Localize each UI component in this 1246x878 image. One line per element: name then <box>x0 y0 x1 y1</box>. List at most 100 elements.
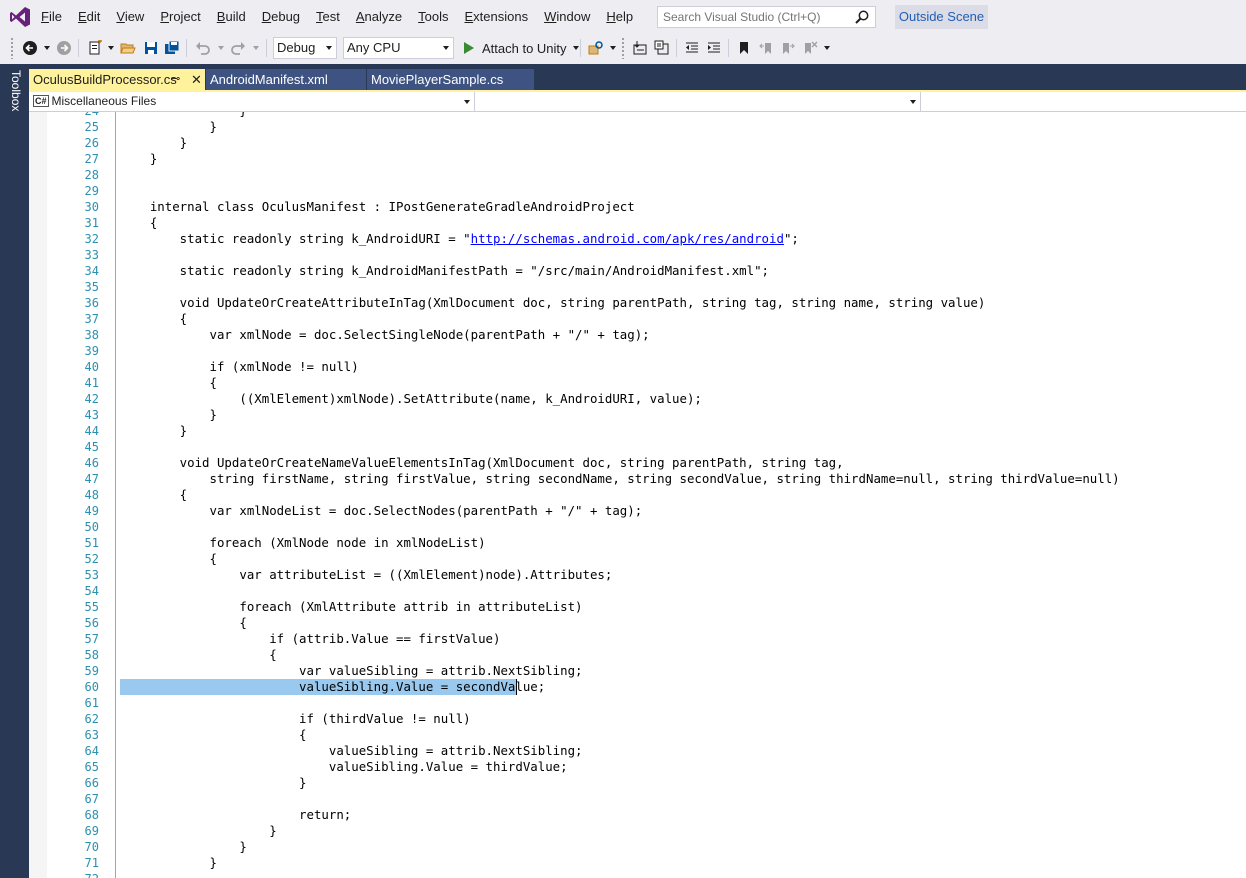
code-line[interactable]: ((XmlElement)xmlNode).SetAttribute(name,… <box>120 391 702 407</box>
increase-indent-button[interactable] <box>704 37 724 59</box>
code-line[interactable]: var xmlNodeList = doc.SelectNodes(parent… <box>120 503 643 519</box>
code-line[interactable]: { <box>120 375 217 391</box>
code-line[interactable]: return; <box>120 807 351 823</box>
find-dropdown-arrow-icon[interactable] <box>610 46 616 50</box>
line-number: 41 <box>84 376 99 390</box>
code-line[interactable]: static readonly string k_AndroidURI = "h… <box>120 231 799 247</box>
toolbar-grip[interactable] <box>10 37 14 59</box>
code-text-area[interactable]: } } } } internal class OculusManifest : … <box>120 112 1246 878</box>
undo-button[interactable] <box>193 37 213 59</box>
code-line[interactable]: { <box>120 727 306 743</box>
code-line[interactable]: string firstName, string firstValue, str… <box>120 471 1120 487</box>
menu-item-help[interactable]: Help <box>598 9 641 25</box>
code-line[interactable]: var attributeList = ((XmlElement)node).A… <box>120 567 612 583</box>
chevron-down-icon[interactable] <box>572 46 579 50</box>
undo-dropdown-arrow-icon[interactable] <box>218 46 224 50</box>
search-icon[interactable] <box>854 9 870 25</box>
search-box[interactable] <box>657 6 876 28</box>
code-line[interactable]: internal class OculusManifest : IPostGen… <box>120 199 635 215</box>
pin-icon[interactable]: ⊸ <box>171 69 180 90</box>
decrease-indent-button[interactable] <box>682 37 702 59</box>
menu-item-build[interactable]: Build <box>209 9 254 25</box>
code-line[interactable]: var xmlNode = doc.SelectSingleNode(paren… <box>120 327 650 343</box>
code-url-link[interactable]: http://schemas.android.com/apk/res/andro… <box>471 231 784 246</box>
code-line[interactable]: if (attrib.Value == firstValue) <box>120 631 500 647</box>
code-line[interactable]: { <box>120 615 246 631</box>
toggle-bookmark-button[interactable] <box>734 37 754 59</box>
search-input[interactable] <box>658 7 848 27</box>
code-line[interactable]: } <box>120 119 217 135</box>
new-dropdown-arrow-icon[interactable] <box>108 46 114 50</box>
code-line[interactable]: } <box>120 423 187 439</box>
step-into-button[interactable] <box>630 37 650 59</box>
code-line[interactable]: valueSibling = attrib.NextSibling; <box>120 743 583 759</box>
project-dropdown[interactable]: C# Miscellaneous Files <box>29 92 475 111</box>
menu-item-window[interactable]: Window <box>536 9 598 25</box>
menu-item-project[interactable]: Project <box>152 9 208 25</box>
code-line[interactable]: { <box>120 647 276 663</box>
menu-item-analyze[interactable]: Analyze <box>348 9 410 25</box>
code-line[interactable]: } <box>120 855 217 871</box>
navigate-back-button[interactable] <box>20 37 40 59</box>
quick-find-button[interactable] <box>586 37 606 59</box>
attach-to-unity-button[interactable]: Attach to Unity <box>460 37 579 59</box>
menu-item-file[interactable]: File <box>33 9 70 25</box>
code-line[interactable]: valueSibling.Value = thirdValue; <box>120 759 568 775</box>
save-all-button[interactable] <box>162 37 182 59</box>
menu-item-tools[interactable]: Tools <box>410 9 456 25</box>
tab-movieplayersample[interactable]: MoviePlayerSample.cs <box>367 69 534 90</box>
menu-item-extensions[interactable]: Extensions <box>456 9 536 25</box>
previous-bookmark-button[interactable] <box>756 37 776 59</box>
step-over-button[interactable] <box>652 37 672 59</box>
line-number: 37 <box>84 312 99 326</box>
code-line[interactable]: { <box>120 487 187 503</box>
solution-name-badge[interactable]: Outside Scene <box>895 5 988 29</box>
save-button[interactable] <box>141 37 161 59</box>
code-line[interactable]: var valueSibling = attrib.NextSibling; <box>120 663 582 679</box>
code-line[interactable]: void UpdateOrCreateNameValueElementsInTa… <box>120 455 844 471</box>
code-line[interactable]: valueSibling.Value = secondValue; <box>120 679 545 695</box>
code-line[interactable]: static readonly string k_AndroidManifest… <box>120 263 769 279</box>
redo-dropdown-arrow-icon[interactable] <box>253 46 259 50</box>
toolbar-overflow-icon[interactable] <box>824 46 830 50</box>
code-line[interactable]: } <box>120 151 157 167</box>
menu-item-edit[interactable]: Edit <box>70 9 108 25</box>
tab-androidmanifest[interactable]: AndroidManifest.xml <box>206 69 366 90</box>
type-dropdown[interactable] <box>475 92 921 111</box>
code-line[interactable]: } <box>120 823 276 839</box>
redo-button[interactable] <box>228 37 248 59</box>
code-line[interactable]: } <box>120 112 246 119</box>
code-line[interactable]: } <box>120 407 217 423</box>
back-dropdown-arrow-icon[interactable] <box>44 46 50 50</box>
toolbox-tab[interactable]: Toolbox <box>7 70 23 120</box>
outlining-margin[interactable] <box>115 112 116 878</box>
new-project-button[interactable] <box>85 37 105 59</box>
solution-platform-select[interactable]: Any CPU <box>343 37 454 59</box>
code-line[interactable]: { <box>120 215 157 231</box>
code-line[interactable]: foreach (XmlNode node in xmlNodeList) <box>120 535 486 551</box>
code-line[interactable]: } <box>120 775 306 791</box>
code-editor[interactable]: 2425 26 27 28 29 30 31 32 33 34 35 36 37 38 39 40 41 42 43… <box>29 112 1246 878</box>
close-icon[interactable]: ✕ <box>191 69 202 90</box>
member-dropdown[interactable] <box>921 92 1246 111</box>
solution-configuration-select[interactable]: Debug <box>273 37 337 59</box>
code-line[interactable]: void UpdateOrCreateAttributeInTag(XmlDoc… <box>120 295 986 311</box>
menu-item-view[interactable]: View <box>108 9 152 25</box>
code-line[interactable]: } <box>120 135 187 151</box>
menu-item-test[interactable]: Test <box>308 9 348 25</box>
clear-bookmarks-button[interactable] <box>800 37 820 59</box>
indicator-margin[interactable] <box>29 112 47 878</box>
code-line[interactable]: { <box>120 551 217 567</box>
code-line[interactable]: { <box>120 311 187 327</box>
code-line[interactable]: } <box>120 839 246 855</box>
line-number: 38 <box>84 328 99 342</box>
menu-item-debug[interactable]: Debug <box>254 9 308 25</box>
navigate-forward-button[interactable] <box>54 37 74 59</box>
code-line[interactable]: if (thirdValue != null) <box>120 711 471 727</box>
next-bookmark-button[interactable] <box>778 37 798 59</box>
toolbar-grip[interactable] <box>621 37 625 59</box>
code-line[interactable]: if (xmlNode != null) <box>120 359 359 375</box>
code-line[interactable]: foreach (XmlAttribute attrib in attribut… <box>120 599 582 615</box>
open-file-button[interactable] <box>118 37 138 59</box>
tab-oculusbuildprocessor[interactable]: OculusBuildProcessor.cs ⊸ ✕ <box>29 69 205 90</box>
